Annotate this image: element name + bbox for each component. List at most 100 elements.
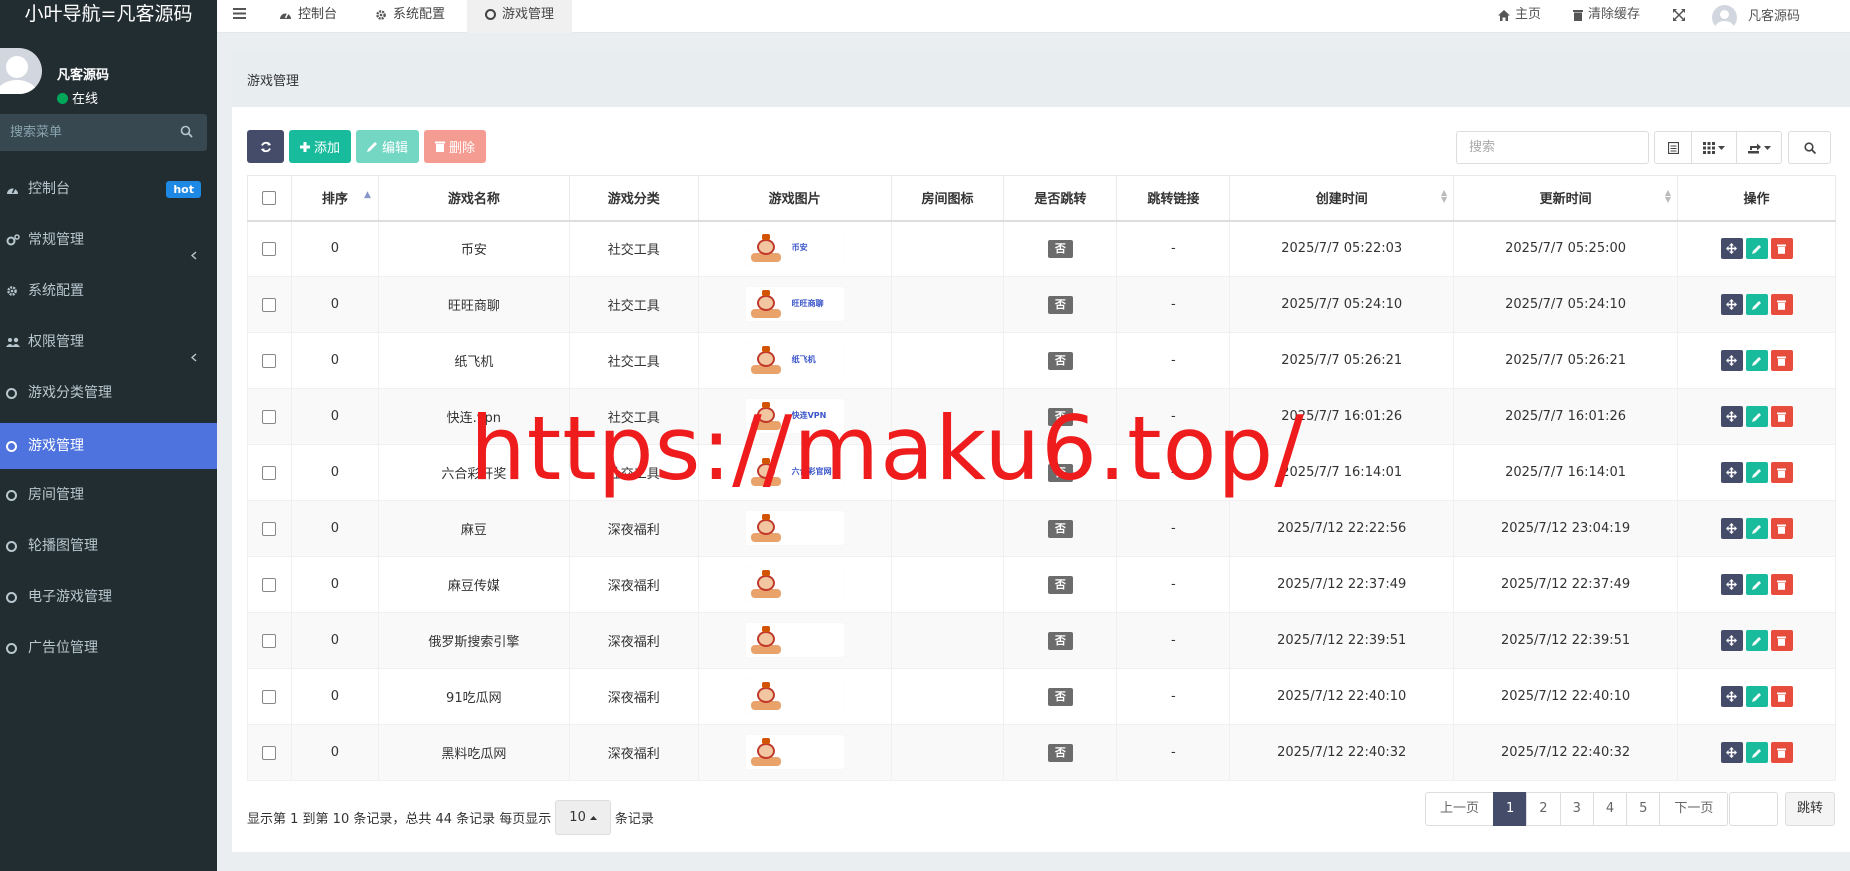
drag-sort-button[interactable] — [1720, 574, 1743, 595]
jump-page-input[interactable] — [1729, 792, 1778, 826]
game-image[interactable] — [745, 734, 844, 769]
row-checkbox[interactable] — [262, 745, 277, 760]
menu-toggle-icon[interactable] — [233, 8, 246, 23]
drag-sort-button[interactable] — [1720, 238, 1743, 260]
table-row[interactable]: 0 纸飞机 社交工具 纸飞机 否 - 2025/7/7 05:26:21 202… — [247, 332, 1836, 389]
menu-item-system-config[interactable]: 系统配置 — [0, 270, 217, 321]
row-checkbox[interactable] — [262, 689, 277, 704]
row-checkbox[interactable] — [262, 297, 277, 312]
drag-sort-button[interactable] — [1720, 462, 1743, 483]
page-button[interactable]: 4 — [1592, 792, 1628, 826]
add-button[interactable]: 添加 — [289, 130, 352, 163]
tab-game-management[interactable]: 游戏管理 — [467, 0, 573, 33]
row-delete-button[interactable] — [1770, 630, 1793, 651]
row-checkbox[interactable] — [262, 409, 277, 424]
col-updated[interactable]: 更新时间 ▲ ▼ — [1453, 175, 1678, 222]
prev-page-button[interactable]: 上一页 — [1425, 792, 1495, 826]
menu-item-game-management[interactable]: 游戏管理 — [0, 423, 217, 469]
next-page-button[interactable]: 下一页 — [1659, 792, 1729, 826]
table-row[interactable]: 0 俄罗斯搜索引擎 深夜福利 否 - 2025/7/12 22:39:51 20… — [247, 612, 1836, 669]
delete-button[interactable]: 删除 — [424, 130, 487, 163]
select-all-checkbox[interactable] — [262, 190, 277, 205]
drag-sort-button[interactable] — [1720, 350, 1743, 371]
row-checkbox[interactable] — [262, 353, 277, 368]
row-edit-button[interactable] — [1745, 350, 1768, 371]
table-row[interactable]: 0 币安 社交工具 币安 否 - 2025/7/7 05:22:03 2025/… — [247, 220, 1836, 277]
game-image[interactable]: 币安 — [745, 230, 844, 265]
drag-sort-button[interactable] — [1720, 518, 1743, 539]
row-delete-button[interactable] — [1770, 686, 1793, 707]
row-delete-button[interactable] — [1770, 574, 1793, 595]
row-edit-button[interactable] — [1745, 574, 1768, 595]
row-edit-button[interactable] — [1745, 462, 1768, 483]
row-checkbox[interactable] — [262, 577, 277, 592]
row-edit-button[interactable] — [1745, 238, 1768, 260]
table-search-input[interactable] — [1456, 131, 1649, 164]
game-image[interactable]: 旺旺商聊 — [745, 286, 844, 321]
drag-sort-button[interactable] — [1720, 742, 1743, 763]
page-size-select[interactable]: 10 — [555, 800, 611, 835]
menu-item-general[interactable]: 常规管理 — [0, 219, 217, 270]
menu-item-ads[interactable]: 广告位管理 — [0, 627, 217, 678]
game-image[interactable] — [745, 510, 844, 545]
clear-cache-link[interactable]: 清除缓存 — [1573, 0, 1640, 30]
table-row[interactable]: 0 麻豆 深夜福利 否 - 2025/7/12 22:22:56 2025/7/… — [247, 500, 1836, 557]
table-row[interactable]: 0 旺旺商聊 社交工具 旺旺商聊 否 - 2025/7/7 05:24:10 2… — [247, 276, 1836, 333]
brand-title[interactable]: 小叶导航=凡客源码 — [0, 0, 217, 30]
drag-sort-button[interactable] — [1720, 294, 1743, 315]
row-checkbox[interactable] — [262, 241, 277, 256]
home-link[interactable]: 主页 — [1498, 0, 1541, 30]
row-checkbox[interactable] — [262, 465, 277, 480]
row-checkbox[interactable] — [262, 521, 277, 536]
row-edit-button[interactable] — [1745, 686, 1768, 707]
row-edit-button[interactable] — [1745, 630, 1768, 651]
row-delete-button[interactable] — [1770, 406, 1793, 427]
tab-dashboard[interactable]: 控制台 — [279, 0, 337, 33]
drag-sort-button[interactable] — [1720, 630, 1743, 651]
row-edit-button[interactable] — [1745, 518, 1768, 539]
user-menu[interactable]: 凡客源码 — [1712, 2, 1800, 32]
menu-item-carousel[interactable]: 轮播图管理 — [0, 525, 217, 576]
drag-sort-button[interactable] — [1720, 406, 1743, 427]
row-edit-button[interactable] — [1745, 406, 1768, 427]
page-button[interactable]: 2 — [1526, 792, 1561, 826]
game-image[interactable] — [745, 622, 844, 657]
game-image[interactable] — [745, 678, 844, 713]
drag-sort-button[interactable] — [1720, 686, 1743, 707]
card-view-button[interactable] — [1654, 131, 1692, 164]
search-icon[interactable] — [180, 125, 193, 142]
row-delete-button[interactable] — [1770, 742, 1793, 763]
jump-button[interactable]: 跳转 — [1785, 792, 1836, 826]
fullscreen-button[interactable] — [1673, 0, 1685, 30]
advanced-search-button[interactable] — [1788, 131, 1831, 164]
row-delete-button[interactable] — [1770, 350, 1793, 371]
game-image[interactable]: 纸飞机 — [745, 342, 844, 377]
menu-item-game-category[interactable]: 游戏分类管理 — [0, 372, 217, 423]
page-button[interactable]: 1 — [1493, 792, 1528, 826]
menu-item-permissions[interactable]: 权限管理 — [0, 321, 217, 372]
table-row[interactable]: 0 黑料吃瓜网 深夜福利 否 - 2025/7/12 22:40:32 2025… — [247, 724, 1836, 781]
tab-system-config[interactable]: 系统配置 — [375, 0, 445, 33]
menu-item-egame[interactable]: 电子游戏管理 — [0, 576, 217, 627]
table-row[interactable]: 0 91吃瓜网 深夜福利 否 - 2025/7/12 22:40:10 2025… — [247, 668, 1836, 725]
page-button[interactable]: 5 — [1626, 792, 1661, 826]
page-button[interactable]: 3 — [1559, 792, 1594, 826]
row-checkbox[interactable] — [262, 633, 277, 648]
sidebar-search-input[interactable] — [0, 114, 170, 151]
row-delete-button[interactable] — [1770, 462, 1793, 483]
menu-item-dashboard[interactable]: 控制台 hot — [0, 168, 217, 219]
refresh-button[interactable] — [247, 130, 284, 163]
row-edit-button[interactable] — [1745, 294, 1768, 315]
menu-item-room[interactable]: 房间管理 — [0, 474, 217, 525]
row-delete-button[interactable] — [1770, 518, 1793, 539]
edit-button[interactable]: 编辑 — [356, 130, 420, 163]
columns-button[interactable] — [1691, 131, 1737, 164]
col-created[interactable]: 创建时间 ▲ ▼ — [1229, 175, 1455, 222]
row-edit-button[interactable] — [1745, 742, 1768, 763]
row-delete-button[interactable] — [1770, 294, 1793, 315]
row-delete-button[interactable] — [1770, 238, 1793, 260]
col-sort[interactable]: 排序 ▲ — [290, 175, 379, 222]
game-image[interactable] — [745, 566, 844, 601]
export-button[interactable] — [1736, 131, 1782, 164]
table-row[interactable]: 0 麻豆传媒 深夜福利 否 - 2025/7/12 22:37:49 2025/… — [247, 556, 1836, 613]
